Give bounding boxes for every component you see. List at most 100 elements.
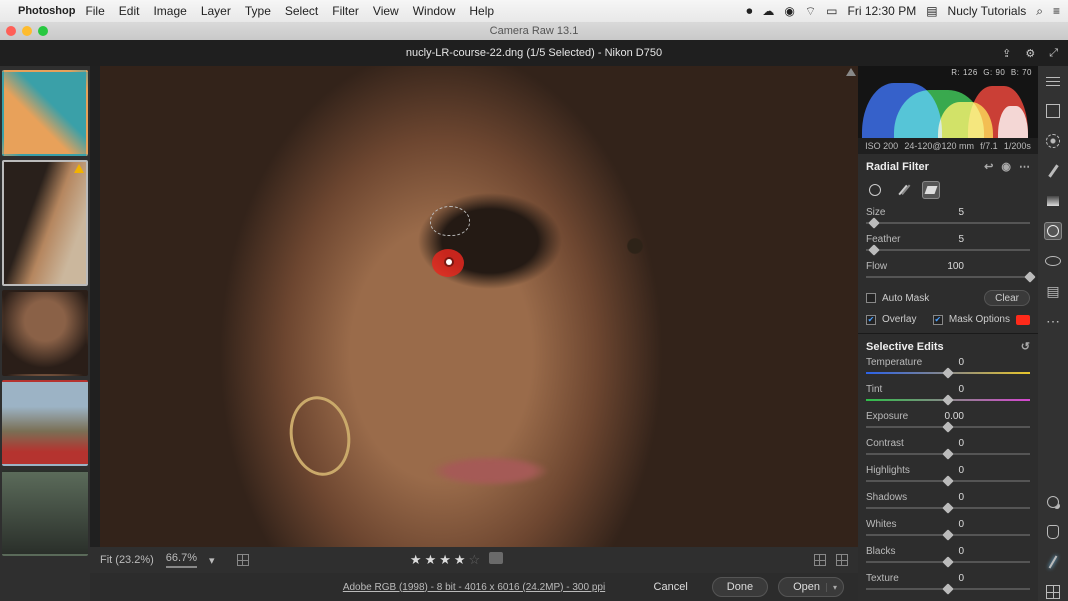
menu-file[interactable]: File [85,4,104,18]
split-view-icon[interactable] [836,554,848,566]
single-view-icon[interactable] [814,554,826,566]
screen-record-icon[interactable]: ⏺ [746,4,752,19]
automask-checkbox[interactable] [866,293,876,303]
highlights-slider[interactable] [866,480,1030,482]
tint-slider[interactable] [866,399,1030,401]
redeye-icon[interactable] [1044,252,1062,270]
minimize-window-icon[interactable] [22,26,32,36]
user-name[interactable]: Nucly Tutorials [948,4,1027,18]
overlay-checkbox[interactable] [866,315,876,325]
whites-value[interactable]: 0 [932,519,964,530]
whites-slider[interactable] [866,534,1030,536]
tint-value[interactable]: 0 [932,384,964,395]
size-slider[interactable] [866,222,1030,224]
cc-icon[interactable]: ☁︎ [762,4,774,18]
done-button[interactable]: Done [712,577,768,597]
feather-value[interactable]: 5 [932,234,964,245]
more-icon[interactable]: ⋯ [1019,160,1030,173]
close-window-icon[interactable] [6,26,16,36]
heal-icon[interactable] [1044,132,1062,150]
menu-list-icon[interactable]: ≡ [1053,4,1060,18]
texture-value[interactable]: 0 [932,573,964,584]
exposure-value[interactable]: 0.00 [932,411,964,422]
presets-icon[interactable]: ▤ [1044,282,1062,300]
battery-icon[interactable]: ▭ [826,4,837,18]
thumbnail-5[interactable] [2,470,88,556]
flow-value[interactable]: 100 [932,261,964,272]
open-button[interactable]: Open [778,577,844,597]
status-dot-icon[interactable]: ◉ [784,4,794,18]
image-metadata[interactable]: Adobe RGB (1998) - 8 bit - 4016 x 6016 (… [343,582,605,593]
mask-color-swatch[interactable] [1016,315,1030,325]
thumbnail-4[interactable] [2,380,88,466]
temperature-slider[interactable] [866,372,1030,374]
menu-layer[interactable]: Layer [201,4,231,18]
grid-toggle-icon[interactable] [1044,583,1062,601]
crop-icon[interactable] [1044,102,1062,120]
zoom-tool-icon[interactable] [1044,493,1062,511]
erase-brush-icon[interactable] [922,181,940,199]
menu-window[interactable]: Window [413,4,456,18]
app-name[interactable]: Photoshop [18,5,75,17]
visibility-icon[interactable]: ◉ [1001,160,1011,173]
exposure-slider[interactable] [866,426,1030,428]
thumbnail-1[interactable] [2,70,88,156]
spotlight-icon[interactable]: ⌕ [1036,4,1043,19]
zoom-fit[interactable]: Fit (23.2%) [100,554,154,566]
histogram[interactable]: R: 126 G: 90 B: 70 [858,66,1038,138]
add-brush-icon[interactable] [894,181,912,199]
cancel-button[interactable]: Cancel [640,577,702,597]
menu-view[interactable]: View [373,4,399,18]
shadows-value[interactable]: 0 [932,492,964,503]
zoom-level[interactable]: 66.7% [166,552,197,568]
compare-icon[interactable] [237,554,249,566]
adjustment-brush-icon[interactable] [1044,162,1062,180]
flag-icon[interactable]: ▤ [926,4,937,18]
color-sampler-icon[interactable] [1044,553,1062,571]
menu-help[interactable]: Help [469,4,494,18]
edit-icon[interactable] [1044,72,1062,90]
mask-pin[interactable] [446,259,452,265]
star-icon[interactable]: ★ [410,552,422,568]
new-mask-icon[interactable] [866,181,884,199]
menu-filter[interactable]: Filter [332,4,359,18]
star-icon[interactable]: ★ [439,552,451,568]
star-icon[interactable]: ★ [454,552,466,568]
menu-type[interactable]: Type [245,4,271,18]
canvas[interactable] [90,66,858,547]
star-icon[interactable]: ★ [425,552,437,568]
menu-edit[interactable]: Edit [119,4,140,18]
undo-icon[interactable]: ↩ [984,160,993,173]
maskopts-checkbox[interactable] [933,315,943,325]
thumbnail-3[interactable] [2,290,88,376]
feather-slider[interactable] [866,249,1030,251]
scroll-up-icon[interactable] [846,68,856,76]
radial-filter-icon[interactable] [1044,222,1062,240]
color-label[interactable] [489,552,503,564]
shadows-slider[interactable] [866,507,1030,509]
thumbnail-2[interactable] [2,160,88,286]
reset-icon[interactable]: ↺ [1021,340,1030,353]
hand-tool-icon[interactable] [1044,523,1062,541]
share-icon[interactable]: ⇪ [1002,47,1011,60]
highlights-value[interactable]: 0 [932,465,964,476]
texture-slider[interactable] [866,588,1030,590]
star-off-icon[interactable]: ☆ [469,552,481,568]
fullscreen-window-icon[interactable] [38,26,48,36]
temperature-value[interactable]: 0 [932,357,964,368]
blacks-slider[interactable] [866,561,1030,563]
radial-filter-handle[interactable] [430,206,470,236]
graduated-filter-icon[interactable] [1044,192,1062,210]
clear-button[interactable]: Clear [984,290,1030,306]
zoom-dropdown-icon[interactable]: ▾ [209,554,215,567]
size-value[interactable]: 5 [932,207,964,218]
wifi-icon[interactable]: ⌔ [805,4,816,19]
menu-image[interactable]: Image [153,4,186,18]
flow-slider[interactable] [866,276,1030,278]
expand-icon[interactable]: ⤢ [1049,47,1058,60]
contrast-value[interactable]: 0 [932,438,964,449]
clock[interactable]: Fri 12:30 PM [848,4,917,18]
contrast-slider[interactable] [866,453,1030,455]
rating-stars[interactable]: ★ ★ ★ ★ ☆ [410,552,503,568]
blacks-value[interactable]: 0 [932,546,964,557]
